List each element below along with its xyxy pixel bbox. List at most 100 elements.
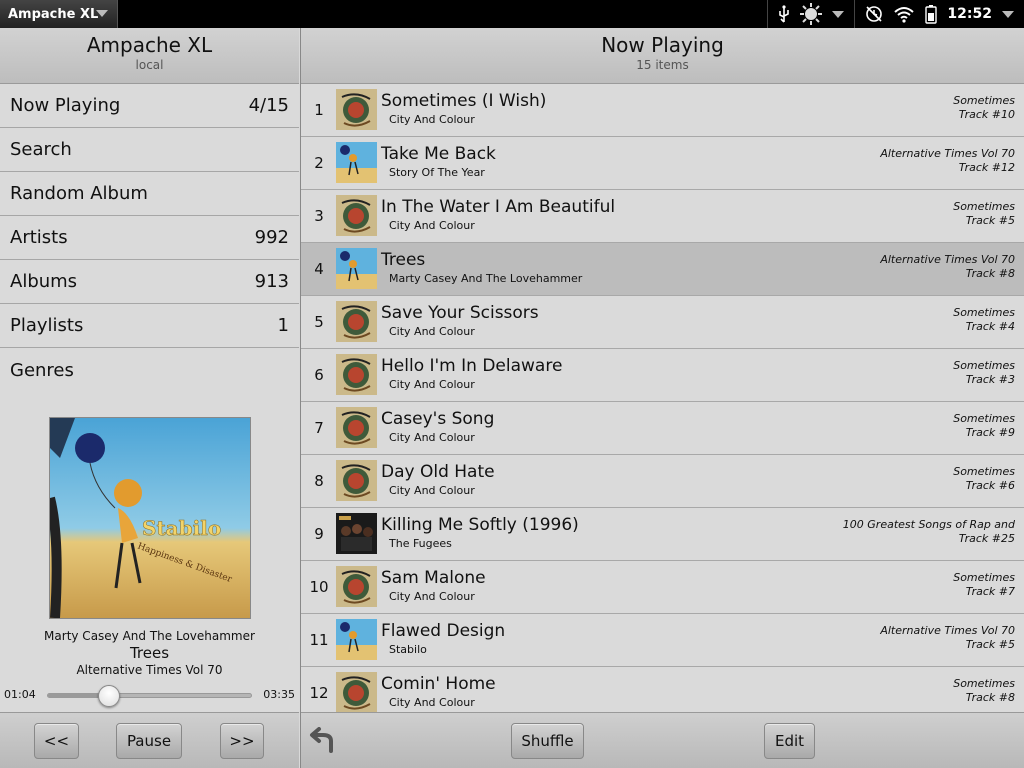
previous-button[interactable]: <<	[34, 723, 79, 759]
track-position: Track #4	[965, 320, 1015, 333]
menu-item-label: Search	[10, 139, 72, 160]
track-album: Sometimes	[953, 465, 1015, 478]
track-row[interactable]: 4 Trees Marty Casey And The Lovehammer Alte…	[301, 243, 1024, 296]
track-row[interactable]: 6 Hello I'm In Delaware City And Colour Som…	[301, 349, 1024, 402]
chevron-down-icon	[96, 10, 108, 17]
now-playing-album-art[interactable]: Stabilo Happiness & Disaster	[49, 417, 251, 619]
track-number: 8	[314, 472, 324, 490]
device-menu[interactable]	[767, 0, 854, 28]
track-artist: City And Colour	[389, 378, 475, 391]
chevron-down-icon	[832, 10, 845, 18]
track-album-art	[336, 354, 377, 395]
track-artist: Marty Casey And The Lovehammer	[389, 272, 583, 285]
track-album-art	[336, 566, 377, 607]
menu-item-label: Now Playing	[10, 95, 121, 116]
track-album: Sometimes	[953, 200, 1015, 213]
track-number: 11	[309, 631, 329, 649]
track-row[interactable]: 2 Take Me Back Story Of The Year Alternativ…	[301, 137, 1024, 190]
playback-controls: << Pause >>	[0, 712, 299, 768]
track-artist: City And Colour	[389, 431, 475, 444]
seek-slider[interactable]	[47, 685, 252, 707]
right-pane: Now Playing 15 items 1 Sometimes (I Wish)…	[300, 28, 1024, 768]
track-row[interactable]: 11 Flawed Design Stabilo Alternative Times …	[301, 614, 1024, 667]
menu-item-genres[interactable]: Genres	[0, 348, 299, 392]
now-playing-album: Alternative Times Vol 70	[76, 663, 223, 677]
track-album-art	[336, 301, 377, 342]
menu-item-count: 913	[254, 271, 289, 292]
track-album: Sometimes	[953, 677, 1015, 690]
track-position: Track #9	[965, 426, 1015, 439]
track-album-art	[336, 513, 377, 554]
status-bar: Ampache XL 12:52	[0, 0, 1024, 28]
track-position: Track #5	[965, 638, 1015, 651]
track-row[interactable]: 12 Comin' Home City And Colour Sometimes Tra…	[301, 667, 1024, 712]
now-playing-artist: Marty Casey And The Lovehammer	[44, 629, 255, 643]
track-row[interactable]: 3 In The Water I Am Beautiful City And Col…	[301, 190, 1024, 243]
clock-icon	[866, 6, 883, 22]
menu-item-artists[interactable]: Artists 992	[0, 216, 299, 260]
track-number: 7	[314, 419, 324, 437]
track-album-art	[336, 248, 377, 289]
chevron-down-icon	[1002, 10, 1014, 18]
track-row[interactable]: 7 Casey's Song City And Colour Sometimes Tra…	[301, 402, 1024, 455]
track-artist: Stabilo	[389, 643, 427, 656]
track-position: Track #6	[965, 479, 1015, 492]
track-position: Track #8	[965, 691, 1015, 704]
track-album-art	[336, 195, 377, 236]
track-row[interactable]: 8 Day Old Hate City And Colour Sometimes Tra…	[301, 455, 1024, 508]
app-menu[interactable]: Ampache XL	[0, 0, 118, 28]
pause-button[interactable]: Pause	[116, 723, 182, 759]
seek-slider-knob[interactable]	[97, 685, 120, 707]
shuffle-button[interactable]: Shuffle	[511, 723, 584, 759]
track-album: Sometimes	[953, 306, 1015, 319]
menu-item-random-album[interactable]: Random Album	[0, 172, 299, 216]
total-time: 03:35	[263, 688, 295, 701]
album-art-image: Stabilo Happiness & Disaster	[50, 418, 250, 618]
elapsed-time: 01:04	[4, 688, 36, 701]
track-position: Track #25	[958, 532, 1015, 545]
clock-time: 12:52	[947, 6, 992, 22]
back-arrow-icon[interactable]	[309, 727, 337, 755]
app-title: Ampache XL	[86, 33, 213, 57]
menu-item-now-playing[interactable]: Now Playing 4/15	[0, 84, 299, 128]
menu-item-count: 4/15	[248, 95, 289, 116]
left-pane: Ampache XL local Now Playing 4/15 Search…	[0, 28, 299, 768]
next-button[interactable]: >>	[220, 723, 264, 759]
album-art-text: Stabilo	[142, 516, 221, 540]
item-count: 15 items	[636, 58, 689, 72]
track-album-art	[336, 619, 377, 660]
track-position: Track #3	[965, 373, 1015, 386]
menu-item-albums[interactable]: Albums 913	[0, 260, 299, 304]
system-menu[interactable]: 12:52	[854, 0, 1024, 28]
track-number: 2	[314, 154, 324, 172]
track-album: Alternative Times Vol 70	[880, 147, 1015, 160]
edit-button[interactable]: Edit	[764, 723, 815, 759]
track-album-art	[336, 142, 377, 183]
track-number: 4	[314, 260, 324, 278]
track-title: Killing Me Softly (1996)	[381, 515, 579, 535]
track-album: Alternative Times Vol 70	[880, 253, 1015, 266]
track-album-art	[336, 672, 377, 712]
track-artist: Story Of The Year	[389, 166, 485, 179]
now-playing-track: Trees	[129, 644, 170, 662]
track-number: 9	[314, 525, 324, 543]
track-artist: City And Colour	[389, 484, 475, 497]
track-position: Track #10	[958, 108, 1015, 121]
menu-item-label: Artists	[10, 227, 68, 248]
track-artist: City And Colour	[389, 696, 475, 709]
menu-item-count: 1	[277, 315, 289, 336]
track-row[interactable]: 9 Killing Me Softly (1996) The Fugees 100 G…	[301, 508, 1024, 561]
track-row[interactable]: 10 Sam Malone City And Colour Sometimes Trac…	[301, 561, 1024, 614]
list-toolbar: Shuffle Edit	[301, 712, 1024, 768]
menu-item-playlists[interactable]: Playlists 1	[0, 304, 299, 348]
track-position: Track #8	[965, 267, 1015, 280]
track-artist: The Fugees	[389, 537, 452, 550]
track-number: 3	[314, 207, 324, 225]
menu-item-search[interactable]: Search	[0, 128, 299, 172]
track-list[interactable]: 1 Sometimes (I Wish) City And Colour Someti…	[301, 84, 1024, 712]
track-artist: City And Colour	[389, 113, 475, 126]
track-album-art	[336, 460, 377, 501]
track-row[interactable]: 1 Sometimes (I Wish) City And Colour Someti…	[301, 84, 1024, 137]
track-row[interactable]: 5 Save Your Scissors City And Colour Someti…	[301, 296, 1024, 349]
battery-icon	[925, 5, 938, 24]
